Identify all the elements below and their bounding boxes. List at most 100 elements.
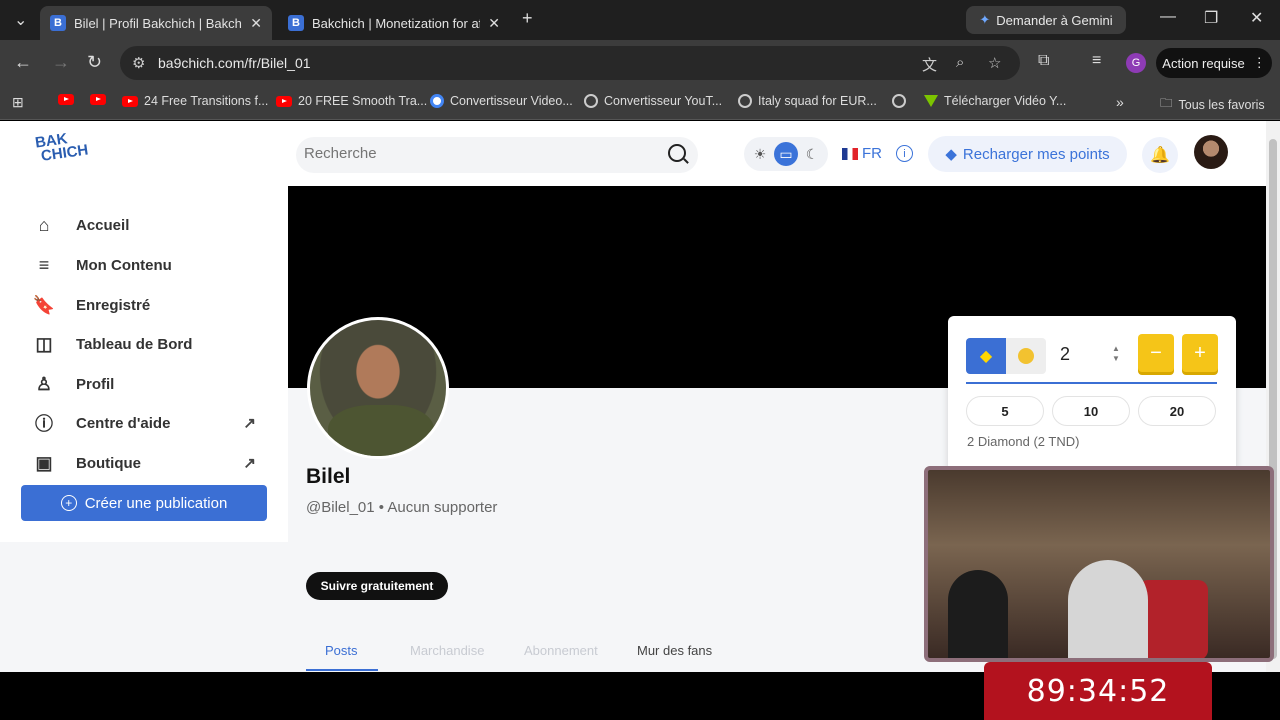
sidebar-item-label: Tableau de Bord <box>76 335 193 353</box>
youtube-icon <box>58 94 74 105</box>
google-icon <box>430 94 444 108</box>
sidebar-item-accueil[interactable]: ⌂ Accueil <box>32 210 264 240</box>
stream-timer: 89:34:52 <box>984 662 1212 720</box>
preset-20-button[interactable]: 20 <box>1138 396 1216 426</box>
globe-icon <box>738 94 752 108</box>
close-tab-icon[interactable]: ✕ <box>488 15 500 32</box>
close-window-icon[interactable]: ✕ <box>1250 8 1263 28</box>
info-icon: ⓘ <box>35 414 53 434</box>
sidebar-item-mon-contenu[interactable]: ≡ Mon Contenu <box>32 250 264 280</box>
bookmark-item[interactable]: Italy squad for EUR... <box>738 94 877 108</box>
bookmark-item[interactable]: 20 FREE Smooth Tra... <box>276 94 427 108</box>
sidebar: ⌂ Accueil ≡ Mon Contenu 🔖 Enregistré ◫ Table… <box>0 186 288 672</box>
new-tab-icon[interactable]: + <box>522 8 533 29</box>
bookmark-youtube-1[interactable] <box>58 94 74 105</box>
tab-marchandise[interactable]: Marchandise <box>410 643 484 658</box>
sidebar-item-boutique[interactable]: ▣ Boutique ↗ <box>32 448 264 478</box>
bookmark-label: Convertisseur Video... <box>450 94 573 108</box>
preset-5-button[interactable]: 5 <box>966 396 1044 426</box>
home-icon: ⌂ <box>38 214 50 235</box>
youtube-icon <box>276 95 292 107</box>
amount-spinner-icon[interactable]: ▲ ▼ <box>1112 344 1120 364</box>
bakchich-logo[interactable]: BAK CHICH <box>34 130 89 165</box>
tab-bakchich-monetization[interactable]: B Bakchich | Monetization for afri ✕ <box>278 6 510 40</box>
address-bar[interactable]: ⚙ ba9chich.com/fr/Bilel_01 文 ⌕ ☆ <box>120 46 1020 80</box>
tab-search-icon[interactable]: ⌄ <box>14 10 27 30</box>
action-required-button[interactable]: Action requise ⋮ <box>1156 48 1272 78</box>
reload-icon[interactable]: ↻ <box>87 52 102 73</box>
url-text[interactable]: ba9chich.com/fr/Bilel_01 <box>158 55 311 71</box>
bookmark-label: 20 FREE Smooth Tra... <box>298 94 428 108</box>
moon-icon[interactable]: ☾ <box>800 142 824 166</box>
star-icon[interactable]: ☆ <box>988 54 1001 72</box>
monitor-icon[interactable]: ▭ <box>774 142 798 166</box>
bookmark-label: Convertisseur YouT... <box>604 94 723 108</box>
webcam-overlay <box>924 466 1274 662</box>
decrease-button[interactable]: − <box>1138 334 1174 372</box>
bookmark-label: Italy squad for EUR... <box>758 94 877 108</box>
bookmark-item[interactable]: Convertisseur YouT... <box>584 94 722 108</box>
sun-icon[interactable]: ☀ <box>748 142 772 166</box>
sidebar-item-label: Boutique <box>76 454 141 472</box>
tab-title: Bakchich | Monetization for afri <box>312 15 481 31</box>
profile-avatar[interactable]: G <box>1126 53 1146 73</box>
gemini-button[interactable]: ✦ Demander à Gemini <box>966 6 1126 34</box>
search-icon[interactable] <box>668 144 686 162</box>
youtube-icon <box>90 94 106 105</box>
amount-underline <box>966 382 1217 384</box>
bookmark-item[interactable]: Télécharger Vidéo Y... <box>924 94 1066 108</box>
recharge-points-button[interactable]: ◆ Recharger mes points <box>928 136 1127 172</box>
sidebar-item-profil[interactable]: ♙ Profil <box>32 369 264 399</box>
site-info-icon[interactable]: ⚙ <box>132 54 145 72</box>
bookmark-youtube-2[interactable] <box>90 94 106 105</box>
notification-bell-icon[interactable]: 🔔 <box>1142 137 1178 173</box>
bookmark-item[interactable]: 24 Free Transitions f... <box>122 94 268 108</box>
extensions-icon[interactable]: ⧉ <box>1038 52 1049 70</box>
create-post-button[interactable]: + Créer une publication <box>21 485 267 521</box>
zoom-icon[interactable]: ⌕ <box>956 54 964 71</box>
back-icon[interactable]: ← <box>14 52 32 73</box>
action-required-label: Action requise <box>1162 55 1245 71</box>
more-bookmarks-icon[interactable]: » <box>1116 94 1124 110</box>
wallet-icon: ▣ <box>35 452 53 473</box>
currency-selector: ◆ <box>966 338 1046 374</box>
sidebar-item-centre-daide[interactable]: ⓘ Centre d'aide ↗ <box>32 408 264 438</box>
tab-posts[interactable]: Posts <box>325 643 358 658</box>
sidebar-item-tableau-de-bord[interactable]: ◫ Tableau de Bord <box>32 329 264 359</box>
minimize-icon[interactable]: — <box>1160 8 1176 26</box>
user-avatar[interactable] <box>1194 135 1228 169</box>
translate-icon[interactable]: 文 <box>922 54 937 75</box>
apps-icon[interactable]: ⊞ <box>12 94 24 111</box>
all-bookmarks-label: Tous les favoris <box>1178 97 1265 112</box>
sidebar-item-label: Profil <box>76 375 115 393</box>
restore-icon[interactable]: ❐ <box>1204 8 1218 28</box>
sidebar-item-label: Mon Contenu <box>76 256 172 274</box>
preset-10-button[interactable]: 10 <box>1052 396 1130 426</box>
media-icon[interactable]: ≡ <box>1092 52 1101 70</box>
forward-icon[interactable]: → <box>52 52 70 73</box>
tab-mur-des-fans[interactable]: Mur des fans <box>637 643 712 658</box>
folder-icon: 🗀 <box>1160 96 1173 110</box>
all-bookmarks[interactable]: 🗀 Tous les favoris <box>1160 94 1265 115</box>
bookmark-item[interactable] <box>892 94 906 108</box>
language-label: FR <box>862 145 882 162</box>
coin-currency-button[interactable] <box>1006 338 1046 374</box>
language-selector[interactable]: FR <box>842 145 882 162</box>
bookmark-item[interactable]: Convertisseur Video... <box>430 94 573 108</box>
increase-button[interactable]: + <box>1182 334 1218 372</box>
search-input[interactable] <box>304 145 644 162</box>
amount-input[interactable]: 2 <box>1060 344 1070 365</box>
diamond-currency-icon[interactable]: ◆ <box>966 338 1006 374</box>
bookmark-label: Télécharger Vidéo Y... <box>944 94 1067 108</box>
tab-bilel-profile[interactable]: B Bilel | Profil Bakchich | Bakchich ✕ <box>40 6 272 40</box>
logo-line-2: CHICH <box>39 141 90 165</box>
bakchich-favicon-icon: B <box>288 15 304 31</box>
converter-icon <box>584 94 598 108</box>
close-tab-icon[interactable]: ✕ <box>250 15 262 32</box>
info-icon[interactable]: i <box>896 145 913 162</box>
tab-abonnement[interactable]: Abonnement <box>524 643 598 658</box>
profile-picture[interactable] <box>307 317 449 459</box>
sidebar-item-enregistre[interactable]: 🔖 Enregistré <box>32 290 264 320</box>
search-box <box>296 137 698 173</box>
follow-free-button[interactable]: Suivre gratuitement <box>306 572 448 600</box>
